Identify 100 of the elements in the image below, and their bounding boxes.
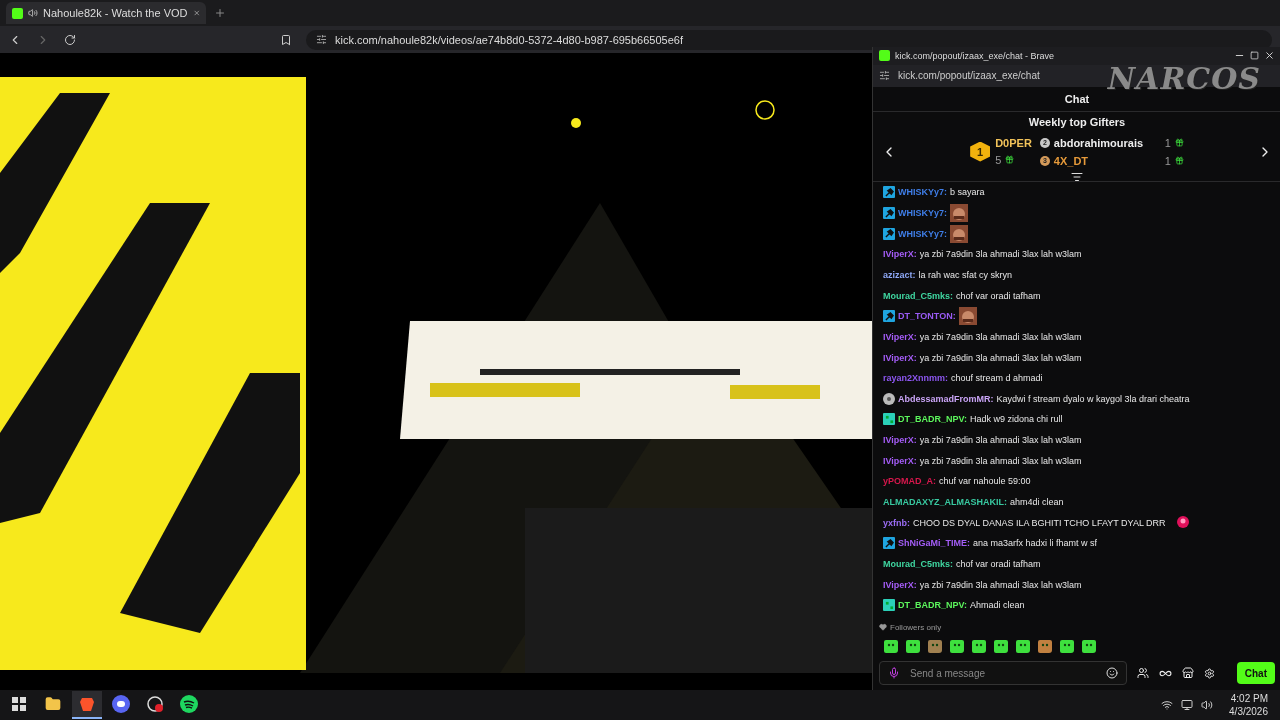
emote-icon[interactable]	[927, 637, 943, 654]
site-settings-icon[interactable]	[316, 34, 327, 45]
users-icon[interactable]	[1137, 667, 1149, 680]
kick-logo-icon	[879, 50, 890, 62]
chat-username[interactable]: AbdessamadFromMR:	[898, 393, 994, 404]
emoji-icon[interactable]	[1106, 667, 1118, 680]
kick-logo-icon	[12, 7, 23, 19]
chat-username[interactable]: IViperX:	[883, 331, 917, 342]
og-badge-icon	[883, 599, 895, 612]
address-text: kick.com/popout/izaax_exe/chat	[898, 70, 1040, 82]
chat-username[interactable]: ALMADAXYZ_ALMASHAKIL:	[883, 497, 1007, 508]
chat-message: chouf stream d ahmadi	[951, 373, 1043, 384]
chat-username[interactable]: rayan2Xnnmm:	[883, 373, 949, 384]
collapse-icon[interactable]	[1071, 171, 1083, 184]
gifter-name: 4X_DT	[1053, 154, 1090, 167]
moderator-badge-icon	[883, 310, 895, 323]
browser-tab[interactable]: Nahoule82k - Watch the VOD	[6, 2, 206, 24]
chat-message: ya zbi 7a9din 3la ahmadi 3lax lah w3lam	[919, 331, 1082, 342]
chat-message: ya zbi 7a9din 3la ahmadi 3lax lah w3lam	[919, 579, 1082, 590]
chat-message: b sayara	[950, 187, 985, 198]
emote-icon[interactable]	[905, 637, 921, 654]
chat-username[interactable]: Mourad_C5mks:	[883, 290, 954, 301]
gifters-title: Weekly top Gifters	[1028, 115, 1126, 128]
chat-username[interactable]: yPOMAD_A:	[883, 476, 936, 487]
gifter-name: abdorahimourais	[1053, 136, 1145, 149]
chat-username[interactable]: DT_BADR_NPV:	[898, 414, 967, 425]
chat-username[interactable]: IViperX:	[883, 352, 917, 363]
message-box[interactable]: Send a message	[879, 661, 1127, 686]
og-badge-icon	[883, 413, 895, 426]
maximize-icon[interactable]	[1250, 51, 1259, 61]
chat-message: CHOO DS DYAL DANAS ILA BGHITI TCHO LFAYT DYAL DRR	[913, 517, 1166, 528]
emote-icon[interactable]	[1059, 637, 1075, 654]
chat-message: ya zbi 7a9din 3la ahmadi 3lax lah w3lam	[919, 435, 1082, 446]
chat-username[interactable]: DT_BADR_NPV:	[898, 600, 967, 611]
chat-username[interactable]: DT_TONTON:	[898, 311, 956, 322]
rank-badge: 1	[970, 141, 991, 162]
reload-icon[interactable]	[64, 33, 76, 46]
chat-message: ya zbi 7a9din 3la ahmadi 3lax lah w3lam	[919, 352, 1082, 363]
volume-icon[interactable]	[1201, 699, 1214, 711]
gift-icon	[1005, 155, 1015, 165]
address-bar[interactable]: kick.com/nahoule82k/videos/ae74b8d0-5372-4d80-b987-695b66505e6f	[306, 29, 1272, 50]
bookmark-icon[interactable]	[280, 33, 292, 46]
microphone-icon[interactable]	[888, 667, 900, 680]
close-icon[interactable]	[1264, 50, 1275, 62]
brave-app-icon[interactable]	[72, 691, 102, 719]
clock[interactable]: 4:02 PM 4/3/2026	[1221, 692, 1276, 718]
message-field[interactable]: Send a message	[908, 666, 1098, 680]
emote-icon[interactable]	[1015, 637, 1031, 654]
display-icon[interactable]	[1181, 699, 1194, 711]
chat-username[interactable]: Mourad_C5mks:	[883, 558, 954, 569]
gift-icon	[1174, 138, 1184, 148]
chat-username[interactable]: WHISKYy7:	[898, 208, 947, 219]
network-icon[interactable]	[1161, 699, 1174, 711]
emote-icon[interactable]	[993, 637, 1009, 654]
chat-username[interactable]: IViperX:	[883, 579, 917, 590]
gift-count: 5	[995, 153, 1002, 166]
gift-count: 1	[1163, 136, 1171, 149]
emote-icon	[958, 307, 977, 326]
chat-message: chuf var nahoule 59:00	[939, 476, 1031, 487]
chat-message: Hadk w9 zidona chi rull	[970, 414, 1063, 425]
chat-message: ya zbi 7a9din 3la ahmadi 3lax lah w3lam	[919, 249, 1082, 260]
chat-message: Kaydwi f stream dyalo w kaygol 3la drari cheatra	[996, 393, 1190, 404]
chat-title: Chat	[1064, 92, 1090, 105]
emote-icon[interactable]	[971, 637, 987, 654]
emote-icon[interactable]	[949, 637, 965, 654]
chat-username[interactable]: IViperX:	[883, 435, 917, 446]
chat-username[interactable]: ShNiGaMi_TIME:	[898, 538, 970, 549]
moderator-badge-icon	[883, 227, 895, 240]
emote-icon[interactable]	[1037, 637, 1053, 654]
chat-mode: Followers only	[890, 622, 942, 632]
chat-username[interactable]: azizact:	[883, 270, 916, 280]
emote-icon	[950, 224, 968, 243]
gift-count: 1	[1163, 154, 1171, 167]
moderator-badge-icon	[883, 537, 895, 550]
moderator-badge-icon	[883, 186, 895, 199]
heart-icon	[879, 623, 887, 632]
chat-send-button[interactable]: Chat	[1236, 662, 1275, 685]
emote-icon[interactable]	[883, 637, 899, 654]
emote-icon[interactable]	[1081, 637, 1097, 654]
moderator-badge-icon	[883, 207, 895, 220]
gift-icon	[1174, 156, 1184, 166]
chat-username[interactable]: WHISKYy7:	[898, 187, 947, 198]
settings-icon[interactable]	[1204, 667, 1215, 679]
chat-message: ahm4di clean	[1010, 497, 1064, 508]
chat-message: chof var oradi tafham	[956, 558, 1041, 569]
chat-message: Ahmadi clean	[970, 600, 1025, 611]
chat-message: la rah wac sfat cy skryn	[918, 270, 1013, 280]
chat-username[interactable]: yxfnb:	[883, 517, 910, 528]
emote-icon	[950, 204, 968, 223]
chat-username[interactable]: IViperX:	[883, 249, 917, 260]
chat-username[interactable]: WHISKYy7:	[898, 228, 947, 239]
store-icon[interactable]	[1182, 667, 1194, 680]
new-tab-icon[interactable]	[214, 7, 226, 19]
chat-message: chof var oradi tafham	[956, 290, 1041, 301]
chat-message: ana ma3arfx hadxi li fhamt w sf	[973, 538, 1098, 549]
site-settings-icon[interactable]	[879, 70, 890, 82]
overlay-logo: NARCOS	[1107, 60, 1261, 96]
window-title: kick.com/popout/izaax_exe/chat - Brave	[895, 50, 1056, 61]
gifter-name: D0PER	[995, 136, 1032, 149]
chat-username[interactable]: IViperX:	[883, 455, 917, 466]
